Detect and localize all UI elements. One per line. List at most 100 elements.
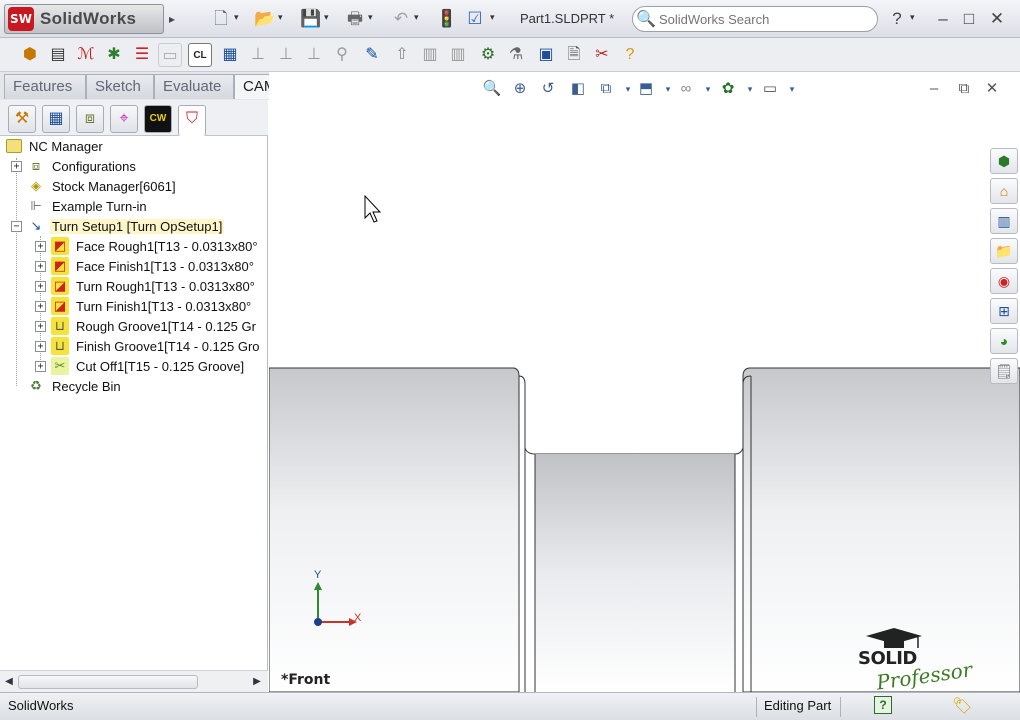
hide-show-items-icon[interactable]: ∞ <box>675 78 697 100</box>
search-results-icon[interactable]: ◉ <box>990 268 1018 294</box>
save-dropdown-icon[interactable]: ▾ <box>324 12 329 23</box>
display-style-icon[interactable]: ⬒ <box>635 78 657 100</box>
insert-icon[interactable]: ⇧ <box>390 43 414 67</box>
tree-item-stock-manager[interactable]: ◈ Stock Manager[6061] <box>27 176 178 196</box>
graphics-area[interactable]: 🔍 ⊕ ↺ ◧ ⧉ ▾ ⬒ ▾ ∞ ▾ ✿ ▾ ▭ ▾ – ⧉ ✕ ⬢ ⌂ ▥ … <box>269 72 1020 692</box>
minimize-button[interactable]: – <box>932 8 954 30</box>
undo-dropdown-icon[interactable]: ▾ <box>414 12 419 23</box>
scroll-thumb[interactable] <box>18 675 198 689</box>
new-dropdown-icon[interactable]: ▾ <box>234 12 239 23</box>
settings-icon[interactable]: ⚗ <box>504 43 528 67</box>
search-box[interactable]: 🔍 <box>632 6 878 32</box>
menu-expand-icon[interactable]: ▸ <box>165 4 179 34</box>
camworks-window-icon[interactable]: ▣ <box>534 43 558 67</box>
close-button[interactable]: ✕ <box>986 8 1008 30</box>
horizontal-scrollbar[interactable]: ◀ ▶ <box>0 670 268 692</box>
view-palette-icon[interactable]: ⊞ <box>990 298 1018 324</box>
scroll-left-icon[interactable]: ◀ <box>2 674 16 690</box>
tags-icon[interactable]: 🏷 <box>952 696 972 716</box>
tab-features[interactable]: Features <box>4 74 86 99</box>
dropdown-icon[interactable]: ▾ <box>781 78 803 100</box>
expand-icon[interactable]: + <box>35 260 46 272</box>
dimxpert-tab-icon[interactable]: ⌖ <box>110 105 138 133</box>
step-through-icon[interactable]: ▭ <box>158 43 182 67</box>
simulate-icon-2[interactable]: ⊥ <box>274 43 298 67</box>
graphics-restore-button[interactable]: ⧉ <box>955 80 973 98</box>
generate-operation-plan-icon[interactable]: ✱ <box>102 43 126 67</box>
tree-item-turn-setup[interactable]: − ↘ Turn Setup1 [Turn OpSetup1] <box>11 216 225 236</box>
expand-icon[interactable]: + <box>35 280 46 292</box>
design-library-icon[interactable]: ▥ <box>990 208 1018 234</box>
search-icon[interactable]: 🔍 <box>633 9 659 29</box>
previous-view-icon[interactable]: ↺ <box>537 78 559 100</box>
edit-appearance-icon[interactable]: ✿ <box>717 78 739 100</box>
restore-button[interactable]: □ <box>958 8 980 30</box>
appearances-icon[interactable]: ◕ <box>990 328 1018 354</box>
tree-item-operation[interactable]: + ⊔ Finish Groove1[T14 - 0.125 Gro <box>35 336 262 356</box>
stock-manager-icon[interactable]: ▤ <box>46 43 70 67</box>
turret-icon[interactable]: ▥ <box>418 43 442 67</box>
tree-item-operation[interactable]: + ◪ Turn Rough1[T13 - 0.0313x80° <box>35 276 257 296</box>
tool-icon[interactable]: ⚲ <box>330 43 354 67</box>
open-folder-icon[interactable]: 📂 <box>254 8 276 30</box>
tree-item-operation[interactable]: + ◩ Face Finish1[T13 - 0.0313x80° <box>35 256 256 276</box>
expand-icon[interactable]: + <box>35 360 46 372</box>
home-icon[interactable]: ⌂ <box>990 178 1018 204</box>
expand-icon[interactable]: + <box>35 340 46 352</box>
tools-icon[interactable]: ✂ <box>590 43 614 67</box>
tool-library-icon[interactable]: ▥ <box>446 43 470 67</box>
graphics-close-button[interactable]: ✕ <box>983 80 1001 98</box>
tree-item-operation[interactable]: + ◩ Face Rough1[T13 - 0.0313x80° <box>35 236 260 256</box>
graphics-minimize-button[interactable]: – <box>925 80 943 98</box>
extract-features-icon[interactable]: ℳ <box>74 43 98 67</box>
tab-sketch[interactable]: Sketch <box>86 74 154 99</box>
tab-evaluate[interactable]: Evaluate <box>154 74 234 99</box>
configuration-manager-tab-icon[interactable]: ⧈ <box>76 105 104 133</box>
setup-sheet-icon[interactable]: ✎ <box>360 43 384 67</box>
options-dropdown-icon[interactable]: ▾ <box>490 12 495 23</box>
define-machine-icon[interactable]: ⬢ <box>18 43 42 67</box>
tree-item-operation[interactable]: + ✂ Cut Off1[T15 - 0.125 Groove] <box>35 356 246 376</box>
tree-item-operation[interactable]: + ⊔ Rough Groove1[T14 - 0.125 Gr <box>35 316 258 336</box>
file-explorer-icon[interactable]: 📁 <box>990 238 1018 264</box>
camworks-help-icon[interactable]: ? <box>618 43 642 67</box>
print-icon[interactable]: 🖶 <box>344 8 366 30</box>
simulate-icon-1[interactable]: ⊥ <box>246 43 270 67</box>
view-settings-icon[interactable]: ▭ <box>759 78 781 100</box>
property-manager-tab-icon[interactable]: ▦ <box>42 105 70 133</box>
camworks-feature-tree-tab-icon[interactable]: CW <box>144 105 172 133</box>
post-process-icon[interactable]: ▦ <box>218 43 242 67</box>
view-orientation-icon[interactable]: ⧉ <box>595 78 617 100</box>
section-view-icon[interactable]: ◧ <box>567 78 589 100</box>
new-document-icon[interactable]: 🗋 <box>210 8 232 30</box>
search-input[interactable] <box>659 11 859 27</box>
rebuild-traffic-light-icon[interactable]: 🚦 <box>436 8 458 30</box>
expand-icon[interactable]: + <box>35 240 46 252</box>
expand-icon[interactable]: + <box>35 300 46 312</box>
undo-icon[interactable]: ↶ <box>390 8 412 30</box>
tree-item-operation[interactable]: + ◪ Turn Finish1[T13 - 0.0313x80° <box>35 296 253 316</box>
camworks-operation-tree-tab-icon[interactable]: ⛉ <box>178 105 206 136</box>
scroll-right-icon[interactable]: ▶ <box>250 674 264 690</box>
report-icon[interactable]: 🗎 <box>562 43 586 67</box>
options-icon[interactable]: ☑ <box>464 8 486 30</box>
save-icon[interactable]: 💾 <box>300 8 322 30</box>
tree-item-recycle-bin[interactable]: ♻ Recycle Bin <box>27 376 123 396</box>
expand-icon[interactable]: + <box>11 160 22 172</box>
dropdown-icon[interactable]: ▾ <box>697 78 719 100</box>
solidworks-resources-icon[interactable]: ⬢ <box>990 148 1018 174</box>
solidworks-menu-button[interactable]: SW SolidWorks <box>4 4 164 34</box>
cl-data-icon[interactable]: CL <box>188 43 212 67</box>
collapse-icon[interactable]: − <box>11 220 22 232</box>
quick-tips-icon[interactable]: ? <box>874 696 892 714</box>
simulate-icon-3[interactable]: ⊥ <box>302 43 326 67</box>
help-icon[interactable]: ? <box>886 8 908 30</box>
technology-database-icon[interactable]: ⚙ <box>476 43 500 67</box>
tree-item-configurations[interactable]: + ⧈ Configurations <box>11 156 138 176</box>
generate-toolpath-icon[interactable]: ☰ <box>130 43 154 67</box>
tree-item-machine[interactable]: ⊩ Example Turn-in <box>27 196 149 216</box>
open-dropdown-icon[interactable]: ▾ <box>278 12 283 23</box>
zoom-to-area-icon[interactable]: ⊕ <box>509 78 531 100</box>
custom-properties-icon[interactable]: 🗒 <box>990 358 1018 384</box>
print-dropdown-icon[interactable]: ▾ <box>368 12 373 23</box>
